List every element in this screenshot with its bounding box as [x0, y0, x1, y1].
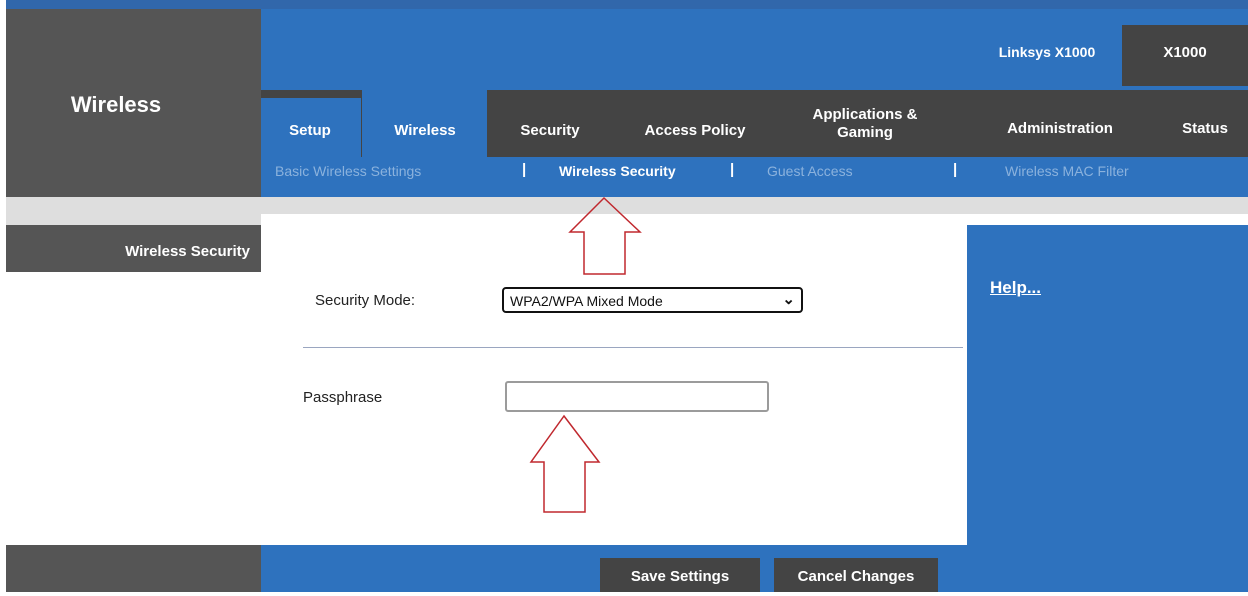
- tab-applications-gaming[interactable]: Applications & Gaming: [795, 106, 935, 142]
- subnav-separator: |: [730, 161, 735, 178]
- subnav-basic-wireless-settings[interactable]: Basic Wireless Settings: [275, 163, 421, 179]
- chevron-down-icon: ⌄: [782, 291, 795, 308]
- tab-security[interactable]: Security: [505, 122, 595, 139]
- form-divider: [303, 347, 963, 348]
- annotation-arrow-up-icon: [529, 414, 601, 513]
- sidebar-divider: [6, 197, 261, 225]
- footer-left-panel: [6, 545, 261, 592]
- security-mode-value: WPA2/WPA Mixed Mode: [510, 293, 663, 309]
- security-mode-label: Security Mode:: [315, 292, 416, 309]
- subnav-separator: |: [522, 161, 527, 178]
- model-id: X1000: [1163, 44, 1207, 61]
- help-link[interactable]: Help...: [990, 278, 1041, 298]
- sidebar-label: Wireless Security: [125, 243, 250, 260]
- tab-status[interactable]: Status: [1170, 120, 1240, 137]
- tab-access-policy[interactable]: Access Policy: [625, 122, 765, 139]
- model-label: Linksys X1000: [998, 44, 1096, 60]
- cancel-changes-button[interactable]: Cancel Changes: [774, 558, 938, 592]
- subnav-guest-access[interactable]: Guest Access: [767, 163, 853, 179]
- security-mode-select[interactable]: WPA2/WPA Mixed Mode ⌄: [502, 287, 803, 313]
- top-border: [6, 0, 1248, 9]
- passphrase-input[interactable]: [505, 381, 769, 412]
- subnav-separator: |: [953, 161, 958, 178]
- tab-administration[interactable]: Administration: [985, 120, 1135, 137]
- section-title: Wireless: [70, 92, 162, 117]
- tab-setup[interactable]: Setup: [275, 122, 345, 139]
- subnav-wireless-security[interactable]: Wireless Security: [559, 163, 676, 179]
- annotation-arrow-up-icon: [568, 196, 642, 275]
- tab-wireless[interactable]: Wireless: [380, 122, 470, 139]
- passphrase-label: Passphrase: [303, 389, 383, 406]
- subnav-wireless-mac-filter[interactable]: Wireless MAC Filter: [1005, 163, 1129, 179]
- save-settings-button[interactable]: Save Settings: [600, 558, 760, 592]
